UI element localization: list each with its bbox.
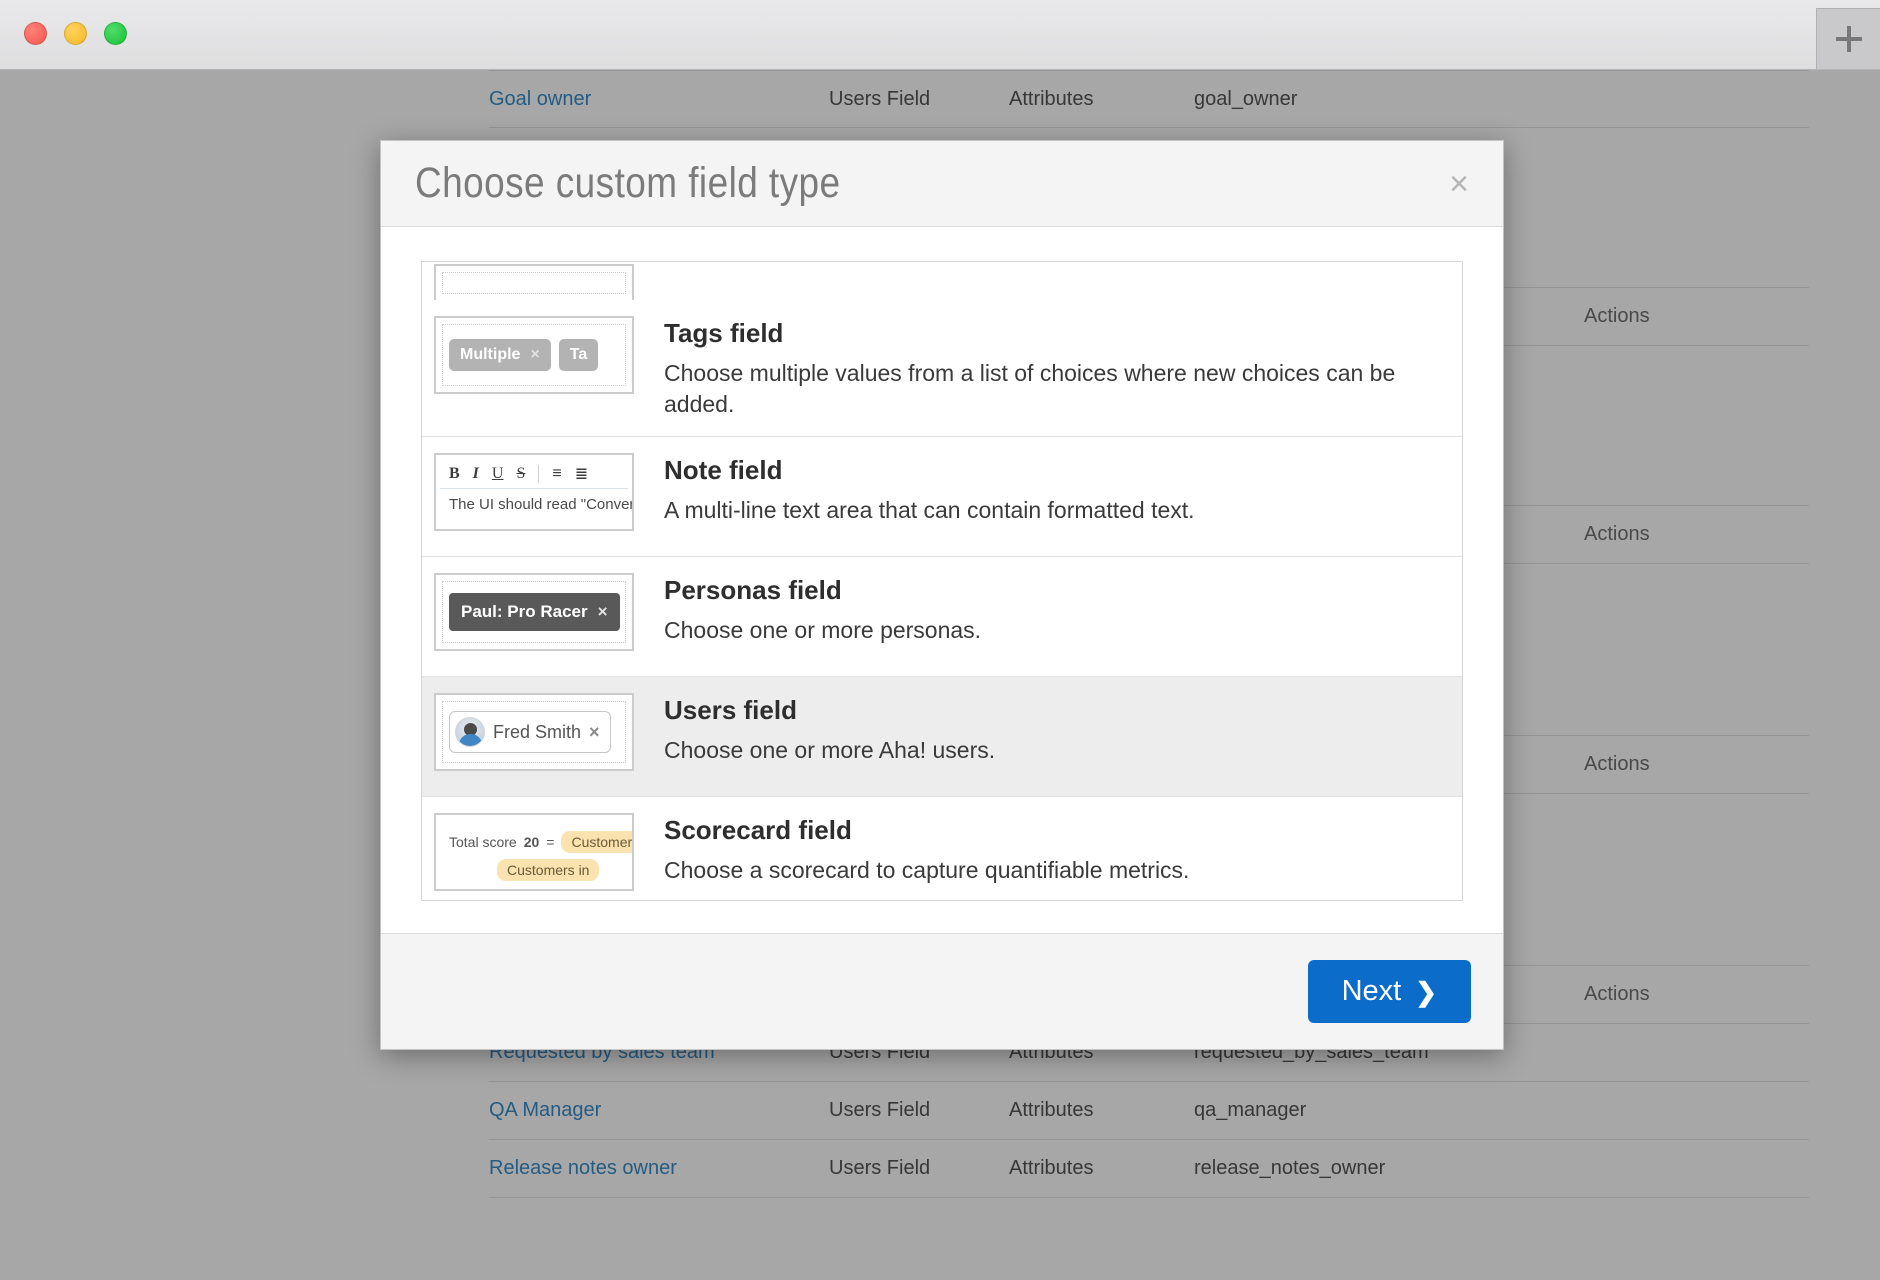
- list-item-scorecard-field[interactable]: Total score 20 = Customer Customers in S…: [422, 797, 1462, 900]
- type-title: Users field: [664, 695, 797, 726]
- close-icon[interactable]: ×: [1449, 167, 1469, 201]
- window-controls: [24, 22, 127, 45]
- note-body-text: The UI should read "Convert: [449, 496, 634, 514]
- strikethrough-icon: S: [516, 464, 526, 482]
- dialog-title: Choose custom field type: [415, 159, 841, 207]
- user-pill: Fred Smith ×: [449, 711, 611, 754]
- tag-pill-label: Ta: [569, 346, 588, 363]
- new-tab-button[interactable]: [1816, 8, 1880, 69]
- chevron-right-icon: ❯: [1415, 976, 1437, 1007]
- user-pill-label: Fred Smith: [493, 721, 582, 742]
- type-text-block: Personas field Choose one or more person…: [664, 573, 981, 646]
- preview-frame: Total score 20 = Customer Customers in: [440, 819, 632, 885]
- browser-window: Goal owner Users Field Attributes goal_o…: [0, 0, 1880, 1280]
- scorecard-total-line: Total score 20 = Customer: [449, 831, 632, 854]
- rich-text-toolbar: B I U S ≡ ≣: [440, 459, 628, 490]
- field-type-list[interactable]: Multiple × Ta Tags field Choose multiple…: [421, 261, 1463, 901]
- type-description: A multi-line text area that can contain …: [664, 497, 1195, 524]
- preview-frame: Paul: Pro Racer ×: [442, 581, 626, 644]
- italic-icon: I: [472, 464, 479, 482]
- remove-persona-icon: ×: [597, 602, 608, 622]
- field-preview-thumbnail: [434, 264, 634, 300]
- remove-tag-icon: ×: [530, 346, 540, 363]
- scorecard-total-value: 20: [523, 834, 540, 851]
- type-text-block: Users field Choose one or more Aha! user…: [664, 693, 995, 766]
- toolbar-divider: [538, 464, 540, 483]
- next-button[interactable]: Next ❯: [1307, 960, 1471, 1023]
- type-text-block: Scorecard field Choose a scorecard to ca…: [664, 813, 1189, 886]
- dialog-footer: Next ❯: [381, 933, 1503, 1049]
- persona-pill-label: Paul: Pro Racer: [461, 602, 588, 622]
- type-description: Choose one or more personas.: [664, 617, 982, 644]
- preview-frame: [442, 272, 626, 294]
- type-title: Personas field: [664, 575, 842, 606]
- underline-icon: U: [491, 464, 504, 482]
- scorecard-metric-pill: Customers in: [497, 859, 600, 882]
- preview-frame: Multiple × Ta: [442, 324, 626, 386]
- numbered-list-icon: ≣: [574, 465, 589, 483]
- type-description: Choose multiple values from a list of ch…: [664, 360, 1396, 418]
- tag-pill-label: Multiple: [460, 346, 521, 363]
- scorecard-equals: =: [546, 834, 555, 851]
- scorecard-total-prefix: Total score: [449, 834, 517, 851]
- type-title: Tags field: [664, 318, 784, 348]
- next-button-label: Next: [1341, 975, 1402, 1007]
- dialog-header: Choose custom field type ×: [381, 141, 1503, 227]
- list-item-personas-field[interactable]: Paul: Pro Racer × Personas field Choose …: [422, 557, 1462, 678]
- tag-pill: Ta: [558, 339, 599, 371]
- browser-titlebar: [0, 0, 1880, 70]
- type-text-block: Note field A multi-line text area that c…: [664, 453, 1195, 526]
- preview-frame: Fred Smith ×: [442, 701, 626, 764]
- dialog-body: Multiple × Ta Tags field Choose multiple…: [381, 227, 1503, 933]
- note-field-preview-thumbnail: B I U S ≡ ≣ The UI should read "Convert: [434, 453, 634, 532]
- preview-frame: B I U S ≡ ≣ The UI should read "Convert: [440, 459, 634, 525]
- close-window-icon[interactable]: [24, 22, 47, 45]
- list-item-note-field[interactable]: B I U S ≡ ≣ The UI should read "Convert: [422, 437, 1462, 558]
- scorecard-metric-line: Customers in: [449, 859, 628, 882]
- type-description: Choose a scorecard to capture quantifiab…: [664, 857, 1190, 884]
- maximize-window-icon[interactable]: [104, 22, 127, 45]
- type-title: Scorecard field: [664, 815, 852, 846]
- tag-pill: Multiple ×: [449, 339, 551, 371]
- avatar: [455, 717, 485, 748]
- list-item-users-field[interactable]: Fred Smith × Users field Choose one or m…: [422, 677, 1462, 798]
- persona-pill: Paul: Pro Racer ×: [449, 593, 620, 632]
- tags-field-preview-thumbnail: Multiple × Ta: [434, 316, 634, 394]
- type-description: Choose one or more Aha! users.: [664, 737, 996, 764]
- plus-icon: [1835, 26, 1862, 52]
- choose-custom-field-type-dialog: Choose custom field type × Multiple × Ta…: [380, 140, 1504, 1050]
- type-title: Note field: [664, 455, 783, 486]
- scorecard-field-preview-thumbnail: Total score 20 = Customer Customers in: [434, 813, 634, 892]
- list-item[interactable]: [422, 262, 1462, 300]
- remove-user-icon: ×: [589, 721, 600, 742]
- minimize-window-icon[interactable]: [64, 22, 87, 45]
- bold-icon: B: [449, 464, 460, 482]
- users-field-preview-thumbnail: Fred Smith ×: [434, 693, 634, 772]
- bullet-list-icon: ≡: [552, 464, 562, 482]
- personas-field-preview-thumbnail: Paul: Pro Racer ×: [434, 573, 634, 652]
- list-item-tags-field[interactable]: Multiple × Ta Tags field Choose multiple…: [422, 300, 1462, 438]
- type-text-block: Tags field Choose multiple values from a…: [664, 316, 1442, 420]
- scorecard-metric-pill: Customer: [561, 831, 632, 854]
